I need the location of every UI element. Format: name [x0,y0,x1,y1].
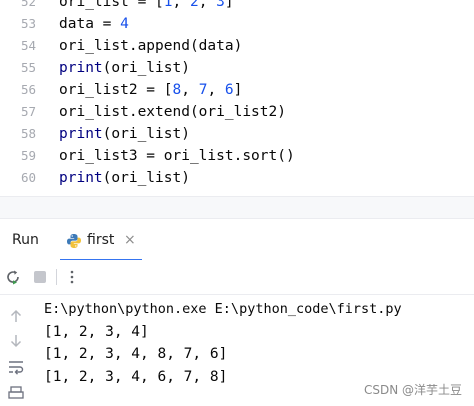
console-command-line: E:\python\python.exe E:\python_code\firs… [44,301,402,317]
code-line[interactable]: 58 print(ori_list) [0,123,474,145]
code-token: (ori_list) [102,60,190,76]
code-line[interactable]: 56 ori_list2 = [8, 7, 6] [0,79,474,101]
code-text: data = 4 [59,13,129,35]
code-token: (ori_list) [102,126,190,142]
run-tool-window-header: Run first × [0,218,474,261]
code-text: ori_list.append(data) [59,35,242,57]
builtin-function: print [59,170,103,186]
line-number: 54 [20,38,36,53]
scroll-up-icon[interactable] [7,307,25,325]
number-literal: 6 [224,82,234,98]
line-number: 59 [20,148,36,163]
tab-first[interactable]: first × [60,225,142,261]
rerun-icon[interactable] [4,268,22,286]
code-line[interactable]: 55 print(ori_list) [0,57,474,79]
line-number: 52 [20,0,36,9]
code-token: ] [224,0,234,10]
code-line[interactable]: 53 data = 4 [0,13,474,35]
close-icon[interactable]: × [124,232,136,248]
console-output-line: [1, 2, 3, 4] [44,323,149,340]
number-literal: 3 [216,0,225,10]
console-gutter [0,295,32,406]
line-number: 58 [20,126,36,141]
run-toolbar [0,260,474,295]
code-line[interactable]: 57 ori_list.extend(ori_list2) [0,101,474,123]
watermark: CSDN @洋芋土豆 [363,383,462,397]
console-output-line: [1, 2, 3, 4, 8, 7, 6] [44,346,228,362]
tab-label: first [87,232,115,248]
code-text: print(ori_list) [59,167,190,189]
stop-icon[interactable] [31,268,49,286]
code-token: data = [59,16,121,32]
code-token: ori_list2 = [ [59,82,173,98]
code-token: ori_list.extend(ori_list2) [59,104,286,120]
number-literal: 2 [189,0,199,10]
builtin-function: print [59,126,103,142]
code-token: , [181,82,199,98]
number-literal: 1 [163,0,173,10]
code-token: ori_list.append(data) [59,38,243,54]
code-line[interactable]: 52 ori_list = [1, 2, 3] [0,0,474,13]
toolbar-separator [56,269,57,285]
code-text: ori_list2 = [8, 7, 6] [59,79,242,101]
code-token: , [207,82,225,98]
run-title: Run [12,232,39,248]
scroll-down-icon[interactable] [7,332,25,350]
print-icon[interactable] [7,384,25,402]
code-token: ] [233,82,243,98]
builtin-function: print [59,60,103,76]
line-number: 56 [20,82,36,97]
soft-wrap-icon[interactable] [7,358,25,376]
code-line[interactable]: 60 print(ori_list) [0,167,474,189]
console-output[interactable]: E:\python\python.exe E:\python_code\firs… [44,298,402,388]
code-text: ori_list.extend(ori_list2) [59,101,286,123]
code-token: , [198,0,217,10]
code-line[interactable]: 54 ori_list.append(data) [0,35,474,57]
code-token: ori_list = [ [59,0,164,10]
code-token: (ori_list) [102,170,190,186]
line-number: 57 [20,104,36,119]
code-text: ori_list3 = ori_list.sort() [59,145,295,167]
code-text: print(ori_list) [59,57,190,79]
code-token: ori_list3 = ori_list.sort() [59,148,295,164]
number-literal: 8 [172,82,182,98]
code-text: ori_list = [1, 2, 3] [59,0,234,13]
line-number: 55 [20,60,36,75]
more-options-icon[interactable] [63,268,81,286]
line-number: 60 [20,170,36,185]
code-text: print(ori_list) [59,123,190,145]
line-number: 53 [20,16,36,31]
console-output-line: [1, 2, 3, 4, 6, 7, 8] [44,368,228,385]
number-literal: 4 [120,16,129,32]
python-icon [66,233,82,249]
code-token: , [172,0,190,10]
code-line[interactable]: 59 ori_list3 = ori_list.sort() [0,145,474,167]
code-editor[interactable]: 52 ori_list = [1, 2, 3] 53 data = 4 54 ori_li… [0,0,474,196]
editor-divider [0,196,474,219]
